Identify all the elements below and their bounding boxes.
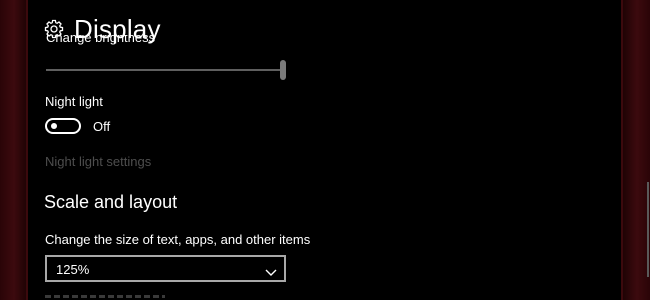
night-light-settings-link[interactable]: Night light settings	[45, 154, 151, 169]
night-light-toggle[interactable]	[45, 118, 81, 134]
night-light-label: Night light	[45, 94, 103, 109]
scrollbar[interactable]	[647, 182, 649, 277]
right-window-frame	[621, 0, 650, 300]
brightness-slider-thumb[interactable]	[280, 60, 286, 80]
cut-off-next-setting	[45, 294, 165, 300]
scale-dropdown-value: 125%	[56, 262, 90, 277]
left-window-frame	[0, 0, 28, 300]
scale-dropdown[interactable]: 125%	[45, 255, 286, 282]
display-settings-panel: Display Change brightness Night light Of…	[28, 0, 649, 300]
toggle-knob	[51, 123, 57, 129]
chevron-down-icon	[265, 264, 277, 276]
night-light-toggle-state: Off	[93, 119, 111, 134]
screen: Display Change brightness Night light Of…	[0, 0, 650, 300]
brightness-slider-track[interactable]	[46, 69, 283, 71]
scale-field-label: Change the size of text, apps, and other…	[45, 232, 311, 247]
brightness-label: Change brightness	[46, 35, 156, 45]
scale-layout-heading: Scale and layout	[44, 192, 178, 212]
